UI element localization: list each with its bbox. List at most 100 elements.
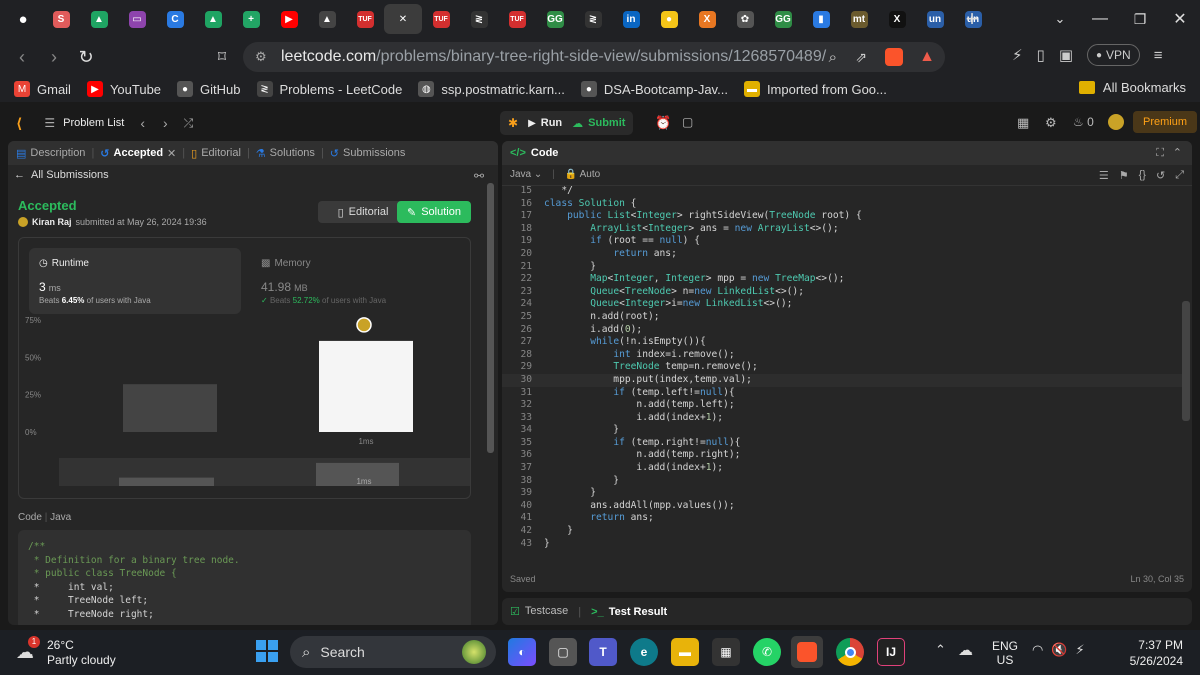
random-problem-icon[interactable]: ⤮	[184, 116, 194, 131]
browser-tab[interactable]: ●	[650, 4, 688, 34]
code-line[interactable]: 16 class Solution {	[502, 198, 1182, 211]
bookmark-item[interactable]: ● DSA-Bootcamp-Jav...	[580, 81, 728, 97]
file-explorer-icon[interactable]: ▬	[671, 638, 699, 666]
problem-list-link[interactable]: Problem List	[63, 117, 124, 129]
edge-icon[interactable]: e	[630, 638, 658, 666]
close-tab-icon[interactable]: ✕	[167, 147, 176, 160]
prev-problem-button[interactable]: ‹	[140, 115, 145, 131]
system-tray[interactable]: ◠ 🔇 ⚡	[1032, 642, 1085, 658]
forward-button[interactable]: ›	[38, 41, 70, 73]
bookmark-page-icon[interactable]: ⌑	[206, 41, 238, 73]
wifi-icon[interactable]: ◠	[1032, 642, 1043, 658]
bookmark-icon[interactable]: ⚑	[1119, 169, 1129, 182]
runtime-card[interactable]: ◷ Runtime 3 ms Beats 6.45% of users with …	[29, 248, 241, 314]
tray-chevron-icon[interactable]: ⌃	[935, 642, 946, 658]
back-button[interactable]: ‹	[6, 41, 38, 73]
browser-tab[interactable]: un	[916, 4, 954, 34]
wallet-icon[interactable]: ▣	[1059, 46, 1073, 64]
teams-icon[interactable]: T	[589, 638, 617, 666]
reset-icon[interactable]: ↺	[1156, 169, 1165, 182]
volume-icon[interactable]: 🔇	[1051, 642, 1067, 658]
code-line[interactable]: 19 if (root == null) {	[502, 235, 1182, 248]
timer-icon[interactable]: ⏰	[655, 115, 671, 131]
weather-temp[interactable]: 26°C	[47, 638, 74, 652]
browser-tab[interactable]: ≷	[574, 4, 612, 34]
braces-icon[interactable]: {}	[1139, 169, 1146, 182]
code-line[interactable]: 21 }	[502, 261, 1182, 274]
code-line[interactable]: 43}	[502, 538, 1182, 551]
window-icon[interactable]: ▢	[549, 638, 577, 666]
browser-tab[interactable]: ▲	[194, 4, 232, 34]
zoom-icon[interactable]: ⌕	[829, 49, 837, 66]
language-indicator[interactable]: ENG US	[992, 639, 1018, 667]
browser-tab[interactable]: TUF	[498, 4, 536, 34]
user-avatar[interactable]	[18, 217, 28, 227]
browser-tab[interactable]: S	[42, 4, 80, 34]
brave-shields-icon[interactable]	[885, 48, 903, 66]
leetcode-logo-icon[interactable]: ⟨	[16, 115, 22, 132]
your-submission-avatar[interactable]	[356, 317, 372, 333]
brave-browser-icon[interactable]	[791, 636, 823, 668]
next-problem-button[interactable]: ›	[163, 115, 168, 131]
code-line[interactable]: 32 n.add(temp.left);	[502, 399, 1182, 412]
taskbar-search[interactable]: ⌕ Search	[290, 636, 496, 668]
expand-icon[interactable]: ⤢	[1175, 169, 1184, 182]
test-result-tab[interactable]: >_ Test Result	[591, 606, 667, 618]
browser-tab[interactable]: ▲	[80, 4, 118, 34]
leo-ai-icon[interactable]: ⚡	[1012, 46, 1023, 64]
language-select[interactable]: Java ⌄	[510, 169, 542, 180]
share-link-icon[interactable]: ⚯	[474, 169, 484, 183]
layout-icon[interactable]: ▦	[1017, 115, 1029, 131]
settings-gear-icon[interactable]: ⚙	[1045, 115, 1057, 131]
share-icon[interactable]: ⇗	[855, 49, 867, 66]
user-name[interactable]: Kiran Raj	[32, 217, 72, 227]
chart-bar[interactable]	[123, 384, 217, 432]
site-info-icon[interactable]: ⚙	[255, 49, 267, 65]
code-line[interactable]: 15 */	[502, 185, 1182, 198]
editor-scrollbar[interactable]	[1182, 301, 1190, 421]
code-line[interactable]: 24 Queue<Integer>i=new LinkedList<>();	[502, 298, 1182, 311]
ms-store-icon[interactable]: ▦	[712, 638, 740, 666]
bookmark-item[interactable]: ◍ ssp.postmatric.karn...	[418, 81, 565, 97]
intellij-icon[interactable]: IJ	[877, 638, 905, 666]
code-line[interactable]: 18 ArrayList<Integer> ans = new ArrayLis…	[502, 223, 1182, 236]
code-line[interactable]: 38 }	[502, 475, 1182, 488]
edge-dev-icon[interactable]: ◐	[508, 638, 536, 666]
tab-submissions[interactable]: ↺ Submissions	[330, 147, 406, 160]
bookmark-item[interactable]: ● GitHub	[177, 81, 241, 97]
code-line[interactable]: 37 i.add(index+1);	[502, 462, 1182, 475]
brave-rewards-icon[interactable]: ▲	[919, 48, 935, 66]
chrome-icon[interactable]	[836, 638, 864, 666]
code-line[interactable]: 41 return ans;	[502, 512, 1182, 525]
code-line[interactable]: 28 int index=i.remove();	[502, 349, 1182, 362]
avatar[interactable]	[1108, 114, 1124, 130]
code-line[interactable]: 20 return ans;	[502, 248, 1182, 261]
browser-tab[interactable]: ▲	[308, 4, 346, 34]
battery-icon[interactable]: ⚡	[1076, 642, 1085, 658]
code-line[interactable]: 26 i.add(0);	[502, 324, 1182, 337]
browser-tab[interactable]: X	[688, 4, 726, 34]
menu-icon[interactable]: ≡	[1154, 47, 1163, 64]
close-window-button[interactable]: ✕	[1160, 9, 1200, 29]
bookmark-item[interactable]: ▶ YouTube	[86, 81, 161, 97]
browser-tab[interactable]: X	[878, 4, 916, 34]
tab-editorial[interactable]: ▯ Editorial	[191, 147, 241, 160]
tab-description[interactable]: ▤ Description	[16, 147, 85, 160]
submit-button[interactable]: ☁ Submit	[572, 117, 625, 130]
new-tab-button[interactable]: +	[952, 6, 992, 32]
notes-icon[interactable]: ▢	[682, 115, 693, 129]
editorial-button[interactable]: ▯ Editorial	[318, 201, 408, 223]
code-line[interactable]: 29 TreeNode temp=n.remove();	[502, 361, 1182, 374]
solution-button[interactable]: ✎ Solution	[397, 201, 471, 223]
browser-tab[interactable]: in	[612, 4, 650, 34]
browser-tab[interactable]: GG	[764, 4, 802, 34]
browser-tab[interactable]: ✕	[384, 4, 422, 34]
code-line[interactable]: 22 Map<Integer, Integer> mpp = new TreeM…	[502, 273, 1182, 286]
bookmark-item[interactable]: ≷ Problems - LeetCode	[256, 81, 402, 97]
code-line[interactable]: 40 ans.addAll(mpp.values());	[502, 500, 1182, 513]
tab-search-chevron-icon[interactable]: ⌄	[1040, 11, 1080, 27]
weather-widget[interactable]: ☁ 1	[16, 636, 42, 664]
browser-tab[interactable]: ▶	[270, 4, 308, 34]
browser-tab[interactable]: C	[156, 4, 194, 34]
coins-display[interactable]: ♨ 0	[1073, 115, 1094, 129]
